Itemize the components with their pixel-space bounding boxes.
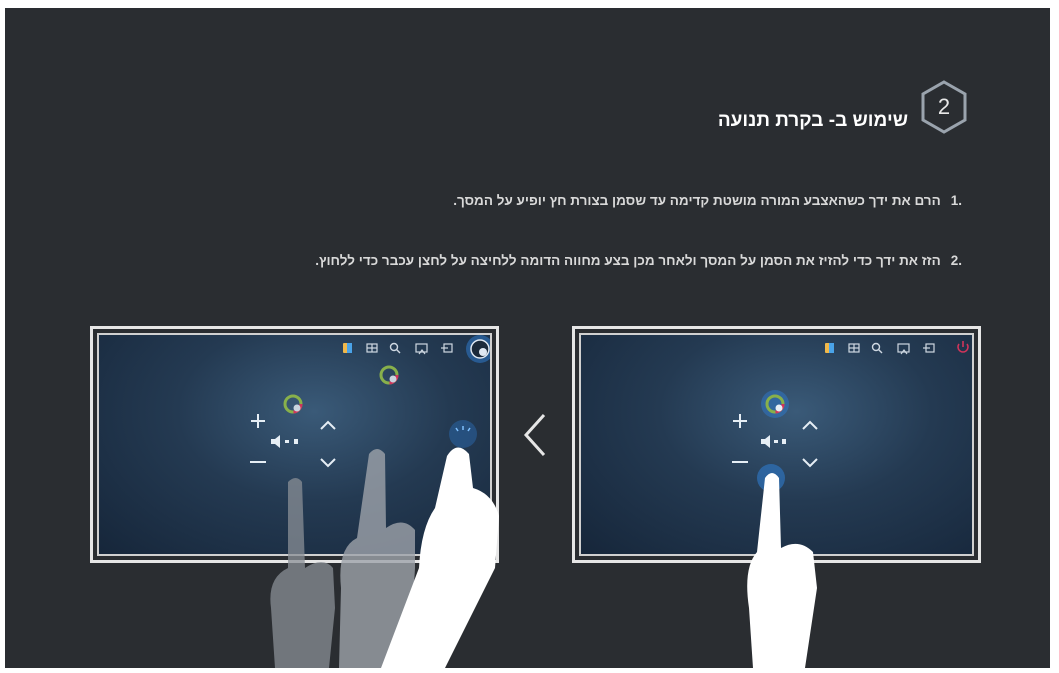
- step-number-hexagon-icon: 2: [920, 80, 968, 134]
- mute-icon: [761, 435, 786, 448]
- source-icon: [415, 343, 428, 355]
- step-1-text: הרם את ידך כשהאצבע המורה מושטת קדימה עד …: [453, 193, 941, 208]
- step-2-text: הזז את ידך כדי להזיז את הסמן על המסך ולא…: [315, 253, 941, 268]
- volume-plus-icon: [733, 414, 747, 428]
- exit-icon: [441, 343, 453, 353]
- step-1: .1 הרם את ידך כשהאצבע המורה מושטת קדימה ע…: [453, 193, 962, 208]
- instruction-slide: 2 שימוש ב- בקרת תנועה .1 הרם את ידך כשהאצ…: [5, 8, 1050, 668]
- click-effect-icon: [449, 420, 477, 448]
- step-number: 2: [937, 94, 951, 119]
- cursor-ring-icon: [761, 390, 789, 418]
- step-2-number: .2: [950, 253, 962, 268]
- grid-icon: [366, 343, 378, 353]
- source-icon: [897, 343, 910, 355]
- channel-up-icon: [320, 420, 336, 430]
- grid-icon: [848, 343, 860, 353]
- channel-down-icon: [320, 458, 336, 468]
- touch-glow-icon: [757, 464, 785, 492]
- step-1-number: .1: [950, 193, 962, 208]
- chevron-left-icon: [523, 413, 546, 457]
- cursor-ring-icon: [283, 394, 303, 414]
- page-title: שימוש ב- בקרת תנועה: [717, 110, 908, 131]
- tv-screen-right: [572, 326, 981, 563]
- search-icon: [389, 342, 401, 354]
- exit-icon: [923, 343, 935, 353]
- power-icon: [957, 341, 969, 353]
- smart-hub-cube-icon: [825, 343, 834, 353]
- tv-screen-left-display: [97, 333, 492, 556]
- tv-screen-left: [90, 326, 499, 563]
- channel-up-icon: [802, 420, 818, 430]
- mute-icon: [271, 435, 298, 448]
- volume-plus-icon: [251, 414, 265, 428]
- motion-pointer-icon: [466, 335, 490, 363]
- step-2: .2 הזז את ידך כדי להזיז את הסמן על המסך ו…: [315, 253, 962, 268]
- title-row: 2 שימוש ב- בקרת תנועה: [718, 80, 968, 134]
- channel-down-icon: [802, 458, 818, 468]
- smart-hub-cube-icon: [343, 343, 352, 353]
- cursor-ring-icon: [379, 365, 399, 385]
- search-icon: [871, 342, 883, 354]
- tv-screen-right-display: [579, 333, 974, 556]
